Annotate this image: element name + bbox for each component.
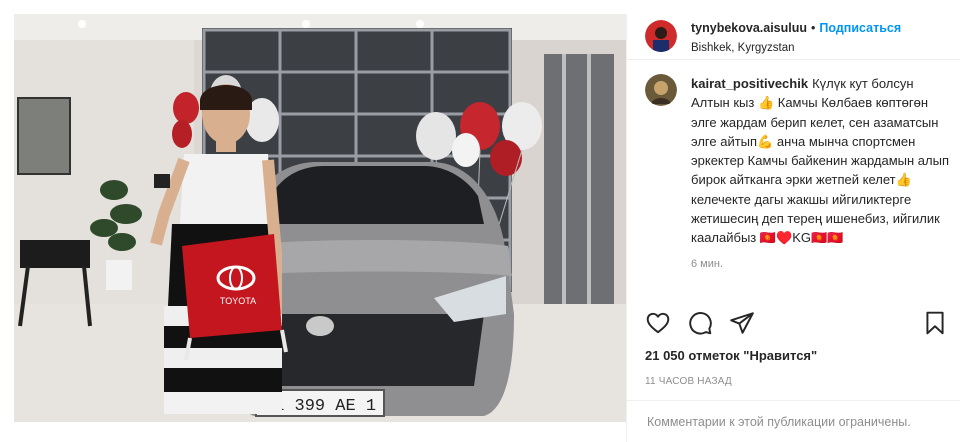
showroom-photo: 01 399 AE 1 TOYOTA — [14, 14, 626, 422]
caption-comment: kairat_positivechik Күлүк кут болсун Алты… — [627, 60, 960, 306]
post-actions — [645, 310, 948, 336]
comment-text-block: kairat_positivechik Күлүк кут болсун Алты… — [691, 74, 955, 248]
bookmark-icon[interactable] — [922, 310, 948, 336]
share-icon[interactable] — [729, 310, 755, 336]
author-username[interactable]: tynybekova.aisuluu — [691, 20, 807, 36]
pillow-logo-text: TOYOTA — [220, 296, 256, 306]
heart-icon[interactable] — [645, 310, 671, 336]
comment-time[interactable]: 6 мин. — [691, 258, 955, 270]
comment-text: Күлүк кут болсун Алтын кыз 👍 Камчы Көлба… — [691, 76, 949, 246]
post-location[interactable]: Bishkek, Kyrgyzstan — [691, 40, 901, 56]
comments-restricted-notice: Комментарии к этой публикации ограничены… — [627, 400, 960, 442]
separator-dot: • — [811, 21, 816, 35]
commenter-avatar[interactable] — [645, 74, 677, 106]
post-timestamp[interactable]: 11 ЧАСОВ НАЗАД — [645, 376, 732, 387]
comment-icon[interactable] — [687, 310, 713, 336]
follow-button[interactable]: Подписаться — [819, 20, 901, 36]
post-side-panel: tynybekova.aisuluu • Подписаться Bishkek… — [626, 14, 960, 442]
author-avatar[interactable] — [645, 20, 677, 52]
likes-count[interactable]: 21 050 отметок "Нравится" — [645, 348, 817, 363]
commenter-username[interactable]: kairat_positivechik — [691, 76, 808, 91]
post-photo[interactable]: 01 399 AE 1 TOYOTA — [14, 14, 626, 422]
post-header: tynybekova.aisuluu • Подписаться Bishkek… — [627, 14, 960, 60]
